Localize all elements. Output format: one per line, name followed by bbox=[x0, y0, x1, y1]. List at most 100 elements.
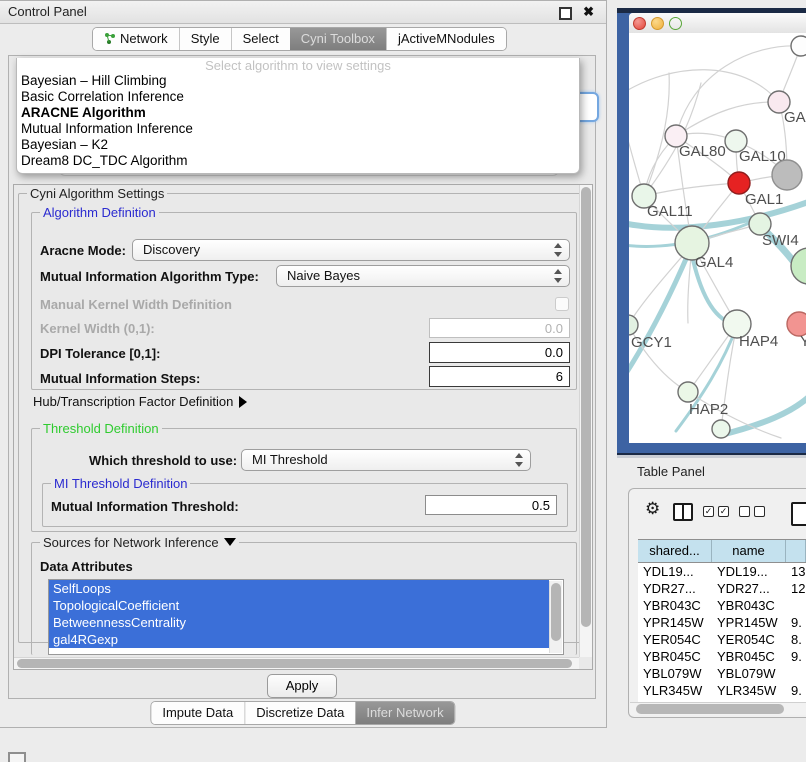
mi-algorithm-type-combo[interactable]: Naive Bayes bbox=[276, 265, 570, 287]
data-attributes-list[interactable]: SelfLoops TopologicalCoefficient Between… bbox=[48, 579, 564, 655]
uncheck-all-icon[interactable] bbox=[739, 506, 765, 517]
which-threshold-combo[interactable]: MI Threshold bbox=[241, 449, 531, 471]
hub-definition-toggle[interactable]: Hub/Transcription Factor Definition bbox=[33, 394, 247, 409]
dropdown-item[interactable]: Mutual Information Inference bbox=[17, 121, 579, 137]
tab-impute-data[interactable]: Impute Data bbox=[151, 702, 244, 724]
float-window-icon[interactable] bbox=[559, 7, 572, 20]
network-edge[interactable] bbox=[644, 183, 739, 196]
table-row[interactable]: YLR345WYLR345W9. bbox=[638, 682, 806, 699]
table-row[interactable]: YPR145WYPR145W9. bbox=[638, 614, 806, 631]
network-edge[interactable] bbox=[676, 102, 779, 136]
list-item[interactable]: gal4RGexp bbox=[49, 631, 549, 648]
table-cell[interactable]: 12 bbox=[786, 580, 806, 597]
table-cell[interactable]: YDL19... bbox=[638, 563, 712, 580]
column-header[interactable] bbox=[786, 540, 806, 562]
table-cell[interactable]: 9. bbox=[786, 648, 806, 665]
network-view-window[interactable]: GALGAL80GAL10GAL1GAL11SWI4GAL4GCY1HAP4YH… bbox=[617, 8, 806, 455]
dpi-tolerance-field[interactable]: 0.0 bbox=[429, 342, 570, 363]
dropdown-item[interactable]: Basic Correlation Inference bbox=[17, 89, 579, 105]
tab-discretize-data[interactable]: Discretize Data bbox=[244, 702, 355, 724]
docked-panel-icon[interactable] bbox=[8, 752, 26, 762]
table-cell[interactable]: 9. bbox=[786, 614, 806, 631]
table-cell[interactable]: YER054C bbox=[712, 631, 786, 648]
mi-steps-field[interactable]: 6 bbox=[429, 366, 570, 387]
sources-title[interactable]: Sources for Network Inference bbox=[43, 535, 219, 550]
table-cell[interactable] bbox=[786, 597, 806, 614]
tab-jactivemnodules[interactable]: jActiveMNodules bbox=[386, 28, 506, 50]
table-cell[interactable]: 13 bbox=[786, 563, 806, 580]
table-cell[interactable]: YDR27... bbox=[638, 580, 712, 597]
table-row[interactable]: YDL19...YDL19...13 bbox=[638, 563, 806, 580]
minimize-traffic-light-icon[interactable] bbox=[651, 17, 664, 30]
apply-button[interactable]: Apply bbox=[267, 674, 337, 698]
close-traffic-light-icon[interactable] bbox=[633, 17, 646, 30]
list-item[interactable]: BetweennessCentrality bbox=[49, 614, 549, 631]
control-panel-titlebar[interactable]: Control Panel ✖ bbox=[0, 1, 606, 24]
table-row[interactable]: YDR27...YDR27...12 bbox=[638, 580, 806, 597]
table-cell[interactable]: YLR345W bbox=[712, 682, 786, 699]
column-header[interactable]: name bbox=[712, 540, 786, 562]
network-window-titlebar[interactable] bbox=[629, 13, 806, 34]
tab-style[interactable]: Style bbox=[179, 28, 231, 50]
table-cell[interactable]: YER054C bbox=[638, 631, 712, 648]
gear-icon[interactable]: ⚙︎ bbox=[645, 500, 660, 517]
stepper-icon bbox=[554, 269, 563, 283]
node-gray[interactable] bbox=[772, 160, 802, 190]
network-edge[interactable] bbox=[629, 245, 692, 378]
node-bottom-partial[interactable] bbox=[712, 420, 730, 438]
check-all-icon[interactable]: ✓✓ bbox=[703, 506, 729, 517]
table-cell[interactable]: YBL079W bbox=[638, 665, 712, 682]
tab-cyni-toolbox[interactable]: Cyni Toolbox bbox=[290, 28, 386, 50]
network-canvas[interactable]: GALGAL80GAL10GAL1GAL11SWI4GAL4GCY1HAP4YH… bbox=[629, 33, 806, 443]
close-icon[interactable]: ✖ bbox=[583, 4, 594, 20]
list-item[interactable]: SelfLoops bbox=[49, 580, 549, 597]
dropdown-item[interactable]: Bayesian – K2 bbox=[17, 137, 579, 153]
dropdown-item[interactable]: Bayesian – Hill Climbing bbox=[17, 73, 579, 89]
column-header[interactable]: shared... bbox=[638, 540, 712, 562]
node-hap2[interactable] bbox=[678, 382, 698, 402]
zoom-traffic-light-icon[interactable] bbox=[669, 17, 682, 30]
table-cell[interactable]: 8. bbox=[786, 631, 806, 648]
table-row[interactable]: YBR043CYBR043C bbox=[638, 597, 806, 614]
scrollbar-thumb[interactable] bbox=[17, 659, 572, 668]
table-cell[interactable]: YDL19... bbox=[712, 563, 786, 580]
dropdown-item[interactable]: Dream8 DC_TDC Algorithm bbox=[17, 153, 579, 169]
kernel-width-field[interactable]: 0.0 bbox=[429, 318, 570, 338]
list-vertical-scrollbar[interactable] bbox=[549, 581, 562, 653]
network-edge[interactable] bbox=[629, 70, 779, 102]
table-horizontal-scrollbar[interactable] bbox=[630, 702, 806, 715]
table-row[interactable]: YBL079WYBL079W bbox=[638, 665, 806, 682]
scrollbar-thumb[interactable] bbox=[581, 187, 591, 627]
table-cell[interactable]: YPR145W bbox=[638, 614, 712, 631]
file-icon[interactable] bbox=[791, 502, 806, 526]
tab-select[interactable]: Select bbox=[231, 28, 290, 50]
table-cell[interactable]: YLR345W bbox=[638, 682, 712, 699]
mi-threshold-field[interactable]: 0.5 bbox=[425, 495, 557, 515]
aracne-mode-combo[interactable]: Discovery bbox=[132, 239, 570, 261]
tab-network[interactable]: Network bbox=[93, 28, 179, 50]
table-cell[interactable]: YPR145W bbox=[712, 614, 786, 631]
table-cell[interactable]: YBR045C bbox=[712, 648, 786, 665]
split-columns-icon[interactable] bbox=[673, 503, 693, 521]
dropdown-item-selected[interactable]: ARACNE Algorithm bbox=[17, 105, 579, 121]
table-cell[interactable]: 9. bbox=[786, 682, 806, 699]
table-cell[interactable]: YBL079W bbox=[712, 665, 786, 682]
settings-vertical-scrollbar[interactable] bbox=[579, 185, 592, 657]
list-item[interactable]: TopologicalCoefficient bbox=[49, 597, 549, 614]
node-big-right[interactable] bbox=[791, 248, 806, 284]
table-cell[interactable]: YBR043C bbox=[638, 597, 712, 614]
tab-infer-network[interactable]: Infer Network bbox=[355, 702, 454, 724]
table-cell[interactable]: YDR27... bbox=[712, 580, 786, 597]
network-edge[interactable] bbox=[721, 393, 806, 435]
table-row[interactable]: YBR045CYBR045C9. bbox=[638, 648, 806, 665]
table-row[interactable]: YER054CYER054C8. bbox=[638, 631, 806, 648]
table-cell[interactable] bbox=[786, 665, 806, 682]
node-top-partial[interactable] bbox=[791, 36, 806, 56]
table-cell[interactable]: YBR045C bbox=[638, 648, 712, 665]
node-gcy1[interactable] bbox=[629, 315, 638, 335]
manual-kernel-checkbox[interactable] bbox=[555, 297, 569, 311]
settings-horizontal-scrollbar[interactable] bbox=[14, 657, 579, 669]
scrollbar-thumb[interactable] bbox=[636, 704, 784, 714]
scrollbar-thumb[interactable] bbox=[551, 583, 561, 641]
table-cell[interactable]: YBR043C bbox=[712, 597, 786, 614]
